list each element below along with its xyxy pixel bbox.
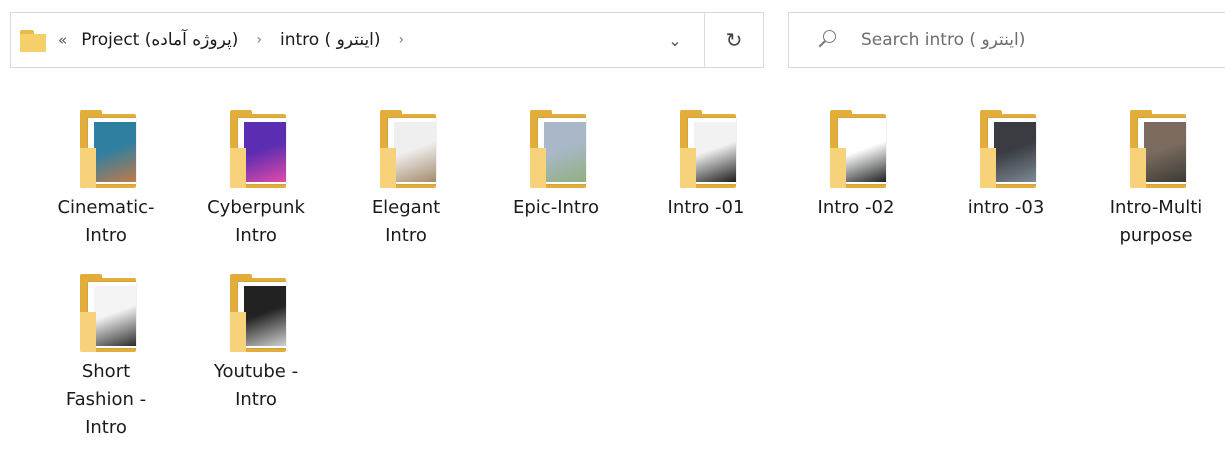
folder-thumbnail-icon [74,108,138,188]
folder-label: Youtube - Intro [192,358,320,414]
folder-label-line: Elegant [371,197,441,218]
folder-label-line: Intro [85,417,127,438]
folder-item[interactable]: Intro -02 [792,108,920,222]
address-bar[interactable]: « Project (پروژه آماده) › intro ( اینترو… [10,12,764,68]
folder-thumbnail-icon [1124,108,1188,188]
folder-label-line: Cinematic- [57,197,155,218]
breadcrumb-overflow-button[interactable]: « [58,31,67,49]
folder-label: Cinematic- Intro [42,194,170,250]
folder-item[interactable]: Youtube - Intro [192,272,320,414]
breadcrumb-separator-icon[interactable]: › [385,32,419,48]
folder-label-line: Epic-Intro [513,197,599,218]
folder-item[interactable]: Cyberpunk Intro [192,108,320,250]
folder-label-line: Intro [85,225,127,246]
folder-label-line: Cyberpunk [207,197,305,218]
folder-item[interactable]: Cinematic- Intro [42,108,170,250]
breadcrumb-intro[interactable]: intro ( اینترو) [276,30,385,50]
refresh-icon[interactable]: ↻ [704,13,763,67]
file-explorer-window: « Project (پروژه آماده) › intro ( اینترو… [0,0,1225,457]
folder-label: Elegant Intro [342,194,470,250]
folder-label-line: Intro -01 [667,197,745,218]
folder-label: Intro -02 [792,194,920,222]
folder-item[interactable]: Intro-Multi purpose [1092,108,1220,250]
folder-label-line: purpose [1119,225,1193,246]
folder-label-line: Intro -02 [817,197,895,218]
folder-item[interactable]: intro -03 [942,108,1070,222]
folder-thumbnail-icon [374,108,438,188]
folder-label-line: Intro [235,225,277,246]
folder-thumbnail-icon [974,108,1038,188]
search-box[interactable] [788,12,1225,68]
folder-label-line: Intro-Multi [1109,197,1203,218]
folder-label: Epic-Intro [492,194,620,222]
folder-thumbnail-icon [224,272,288,352]
folder-label-line: Intro [235,389,277,410]
folder-label: intro -03 [942,194,1070,222]
folder-thumbnail-icon [224,108,288,188]
folder-label-line: Fashion - [65,389,147,410]
folder-thumbnail-icon [524,108,588,188]
folder-label: Intro-Multi purpose [1092,194,1220,250]
folder-grid: Cinematic- Intro Cyberpunk Intro Elegant Intr… [0,100,1225,457]
folder-label-line: Intro [385,225,427,246]
folder-item[interactable]: Intro -01 [642,108,770,222]
breadcrumb-project[interactable]: Project (پروژه آماده) [77,30,242,50]
folder-thumbnail-icon [674,108,738,188]
folder-item[interactable]: Elegant Intro [342,108,470,250]
breadcrumb-separator-icon[interactable]: › [242,32,276,48]
folder-label: Intro -01 [642,194,770,222]
search-input[interactable] [859,29,1193,51]
search-icon [817,29,839,51]
folder-label: Cyberpunk Intro [192,194,320,250]
folder-item[interactable]: Short Fashion - Intro [42,272,170,442]
folder-label-line: Short [81,361,131,382]
folder-thumbnail-icon [824,108,888,188]
folder-label-line: Youtube - [213,361,299,382]
folder-label-line: intro -03 [967,197,1045,218]
chevron-down-icon[interactable]: ⌄ [646,13,704,67]
folder-thumbnail-icon [74,272,138,352]
folder-icon [20,30,46,52]
folder-label: Short Fashion - Intro [42,358,170,442]
folder-item[interactable]: Epic-Intro [492,108,620,222]
